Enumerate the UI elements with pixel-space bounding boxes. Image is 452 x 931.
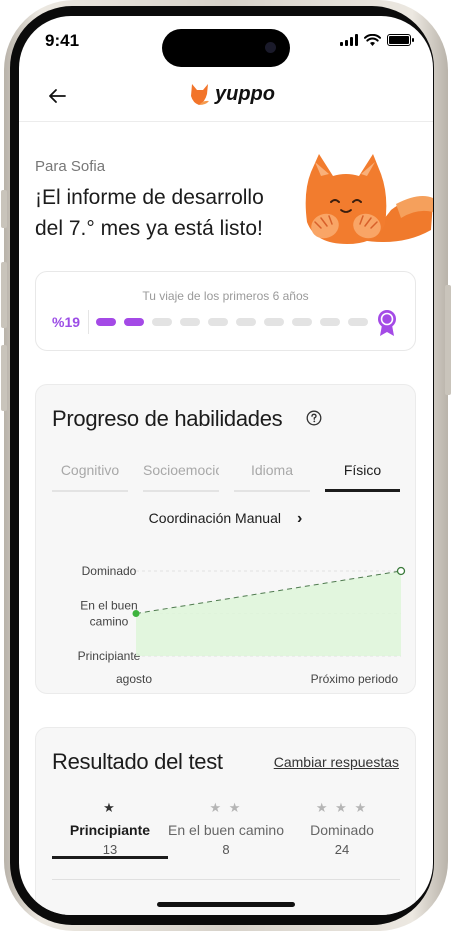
y-tick-label: Principiante	[78, 649, 141, 663]
journey-segment-empty	[264, 318, 284, 326]
x-tick-label: agosto	[116, 672, 152, 686]
data-point-current	[132, 610, 140, 617]
test-title: Resultado del test	[52, 749, 223, 774]
skills-progress-card: Progreso de habilidades Cognitivo Socioe…	[35, 384, 416, 694]
back-arrow-icon[interactable]	[45, 84, 69, 108]
side-button-volume-up	[1, 262, 7, 328]
star-icon: ★ ★ ★	[315, 800, 369, 815]
greeting-subtitle: Para Sofia	[35, 158, 106, 175]
selected-skill-selector[interactable]: Coordinación Manual ›	[36, 510, 415, 528]
level-en-el-buen-camino[interactable]: ★ ★ En el buen camino 8	[168, 800, 284, 857]
x-tick-label: Próximo periodo	[311, 672, 399, 686]
journey-segment-filled	[124, 318, 144, 326]
chevron-right-icon: ›	[296, 510, 303, 527]
side-button-action	[1, 190, 7, 228]
level-count: 24	[334, 842, 350, 857]
y-tick-label: camino	[90, 615, 129, 629]
camera-icon	[265, 42, 276, 53]
journey-segments	[96, 318, 368, 326]
star-icon: ★ ★	[209, 800, 243, 815]
star-icon: ★	[103, 800, 117, 815]
journey-segment-empty	[348, 318, 368, 326]
level-count: 8	[222, 842, 230, 857]
tab-cognitivo[interactable]: Cognitivo	[52, 460, 128, 492]
data-point-next	[396, 566, 406, 576]
journey-segment-filled	[96, 318, 116, 326]
tab-idioma[interactable]: Idioma	[234, 460, 310, 492]
test-levels: ★ Principiante 13 ★ ★ En el buen camino …	[52, 800, 400, 880]
skills-title: Progreso de habilidades	[52, 406, 283, 431]
greeting-title: ¡El informe de desarrollo del 7.° mes ya…	[35, 186, 264, 240]
side-button-power	[445, 285, 451, 395]
app-header: yuppo	[19, 72, 433, 122]
selected-skill-label: Coordinación Manual	[148, 510, 281, 526]
change-answers-link[interactable]: Cambiar respuestas	[274, 754, 399, 770]
journey-divider	[88, 310, 89, 334]
battery-icon	[387, 34, 414, 46]
fox-mascot-illustration	[305, 154, 433, 244]
y-tick-label: Dominado	[82, 564, 137, 578]
journey-segment-empty	[180, 318, 200, 326]
level-principiante[interactable]: ★ Principiante 13	[52, 800, 168, 859]
home-indicator[interactable]	[157, 902, 295, 907]
fox-logo-icon	[191, 84, 209, 105]
journey-label: Tu viaje de los primeros 6 años	[142, 289, 309, 303]
app-logo: yuppo	[189, 82, 275, 106]
status-icons	[340, 34, 414, 46]
tab-fisico[interactable]: Físico	[325, 460, 400, 492]
skill-category-tabs: Cognitivo Socioemocional Idioma Físico	[52, 460, 400, 492]
journey-segment-empty	[236, 318, 256, 326]
journey-segment-empty	[152, 318, 172, 326]
journey-percent: %19	[52, 314, 81, 330]
wifi-icon	[364, 34, 381, 46]
journey-segment-empty	[292, 318, 312, 326]
progress-area	[136, 571, 401, 656]
journey-segment-empty	[320, 318, 340, 326]
status-time: 9:41	[45, 31, 80, 50]
level-count: 13	[102, 842, 118, 857]
logo-wordmark: yuppo	[215, 82, 275, 105]
tab-socioemocional[interactable]: Socioemocional	[143, 460, 219, 492]
app-screen: 9:41 yuppo Para Sofia ¡El informe de des…	[19, 16, 433, 915]
skill-progress-chart: Principiante En el buen camino Dominado agos…	[78, 564, 406, 686]
journey-segment-empty	[208, 318, 228, 326]
level-name: En el buen camino	[168, 822, 284, 838]
level-dominado[interactable]: ★ ★ ★ Dominado 24	[284, 800, 400, 857]
journey-progress-card: Tu viaje de los primeros 6 años %19	[35, 271, 416, 351]
status-bar: 9:41	[19, 16, 433, 67]
dynamic-island	[162, 29, 290, 67]
test-result-card: Resultado del test Cambiar respuestas ★ …	[35, 727, 416, 915]
side-button-volume-down	[1, 345, 7, 411]
cellular-signal-icon	[340, 34, 358, 46]
selected-level-indicator	[52, 856, 168, 859]
level-name: Dominado	[310, 822, 374, 838]
level-name: Principiante	[69, 822, 151, 838]
help-icon[interactable]	[306, 410, 322, 426]
y-tick-label: En el buen	[80, 599, 137, 613]
medal-icon	[378, 310, 396, 336]
